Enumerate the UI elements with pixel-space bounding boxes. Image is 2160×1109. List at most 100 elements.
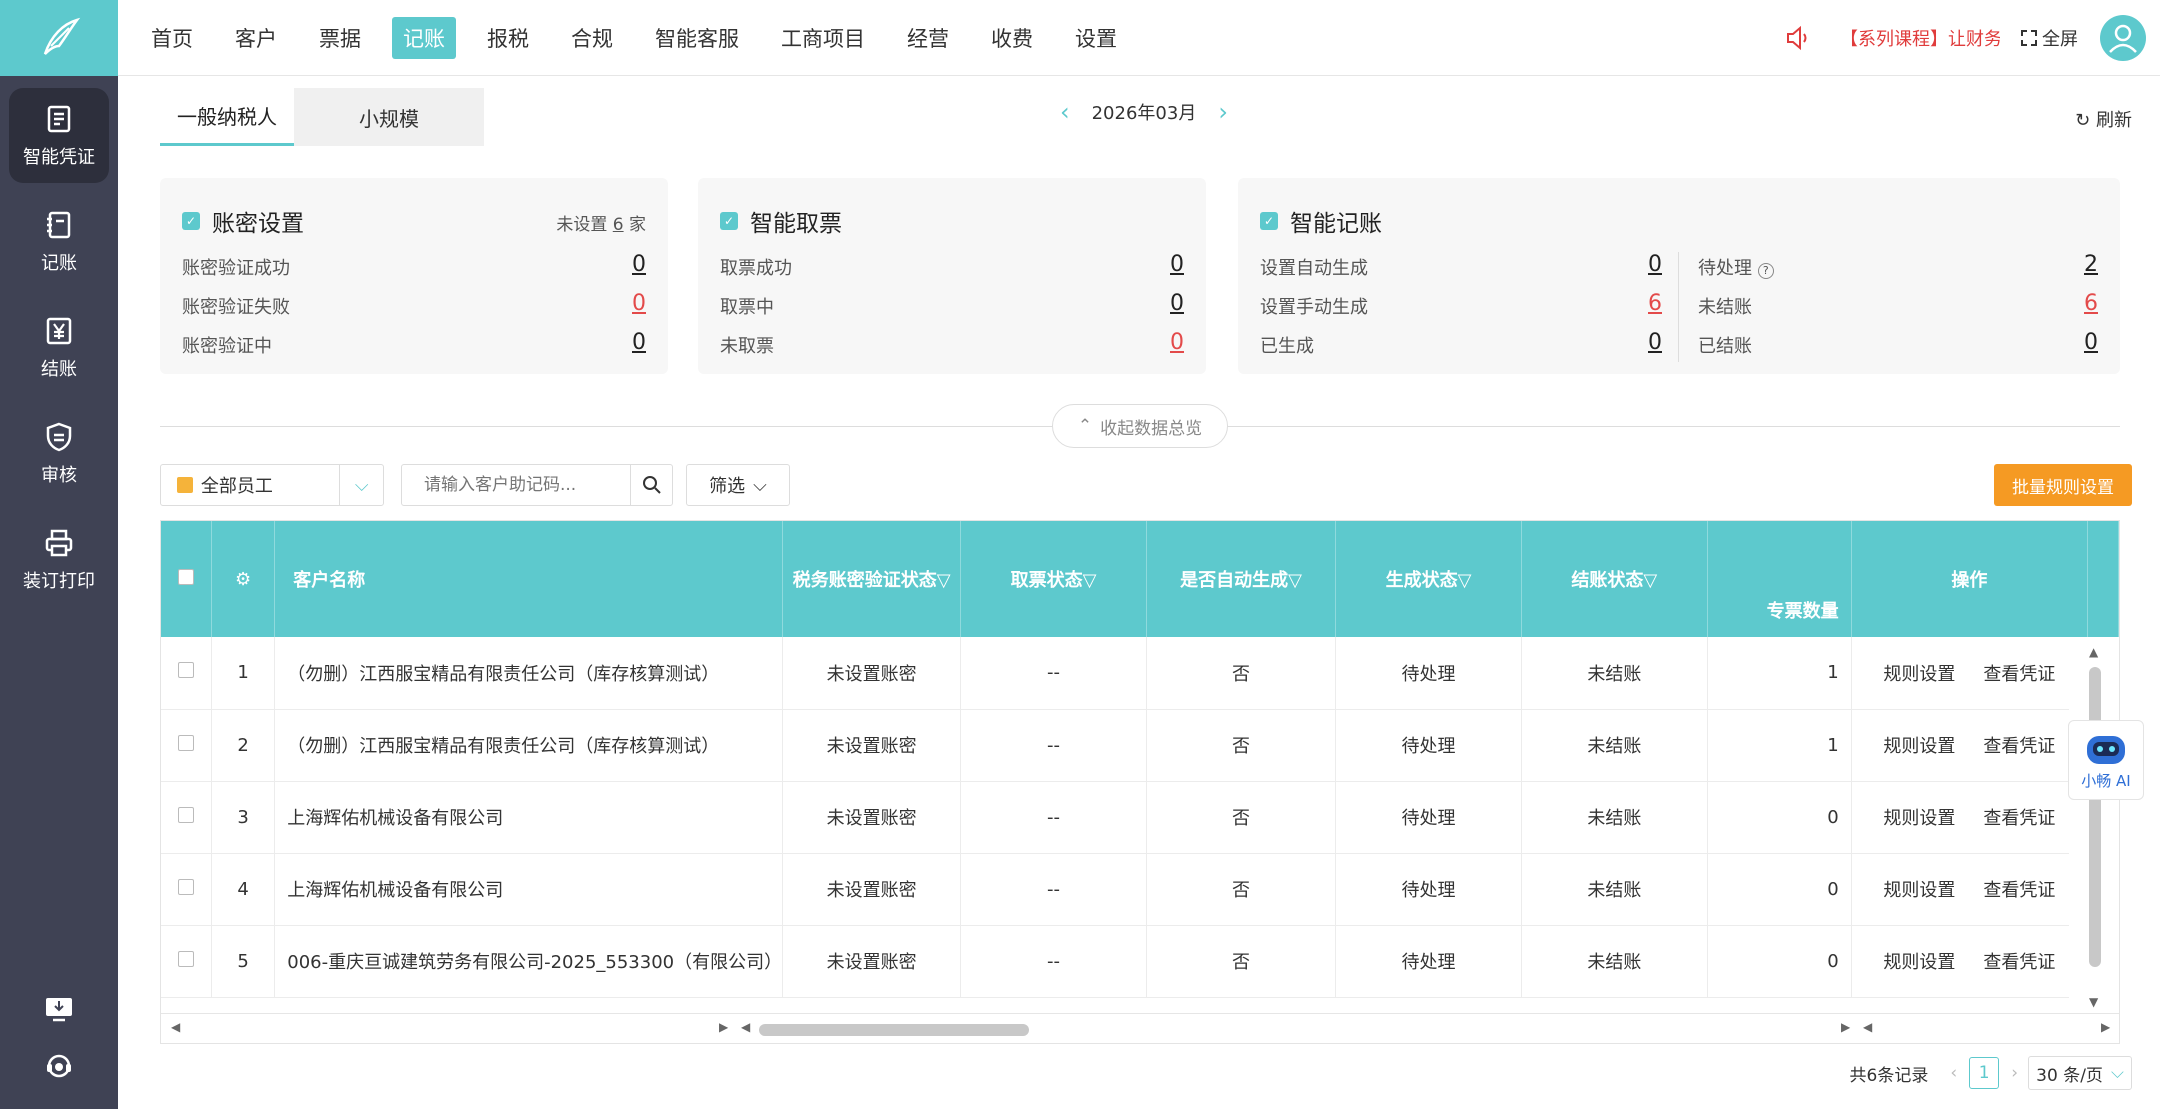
rule-settings-link[interactable]: 规则设置 xyxy=(1883,808,1955,829)
customer-name[interactable]: （勿删）江西服宝精品有限责任公司（库存核算测试） xyxy=(274,637,784,710)
row-checkbox[interactable] xyxy=(178,734,194,751)
filter-button[interactable]: 筛选 ⌵ xyxy=(686,464,790,506)
speaker-icon[interactable] xyxy=(1784,24,1812,52)
next-month-icon[interactable]: › xyxy=(1218,98,1228,126)
view-voucher-link[interactable]: 查看凭证 xyxy=(1983,736,2055,757)
unset-count[interactable]: 未设置 6 家 xyxy=(556,210,646,235)
user-avatar[interactable] xyxy=(2100,15,2146,61)
tab-general-taxpayer[interactable]: 一般纳税人 xyxy=(160,88,294,146)
table-row[interactable]: 3 上海辉佑机械设备有限公司 未设置账密 -- 否 待处理 未结账 0 规则设置… xyxy=(161,781,2119,854)
rule-settings-link[interactable]: 规则设置 xyxy=(1883,736,1955,757)
next-page-icon[interactable]: › xyxy=(2011,1063,2018,1083)
header-generate-status[interactable]: 生成状态▽ xyxy=(1335,521,1522,637)
nav-bookkeeping[interactable]: 记账 xyxy=(392,17,456,59)
customer-name[interactable]: 006-重庆亘诚建筑劳务有限公司-2025_553300（有限公司） xyxy=(274,925,784,998)
page-size-select[interactable]: 30 条/页 ⌵ xyxy=(2028,1056,2132,1090)
row-checkbox[interactable] xyxy=(178,950,194,967)
refresh-label: 刷新 xyxy=(2096,110,2132,131)
row-checkbox[interactable] xyxy=(178,806,194,823)
customer-name[interactable]: （勿删）江西服宝精品有限责任公司（库存核算测试） xyxy=(274,709,784,782)
row-value[interactable]: 0 xyxy=(1170,252,1184,277)
header-ticket-status[interactable]: 取票状态▽ xyxy=(960,521,1147,637)
nav-business-projects[interactable]: 工商项目 xyxy=(770,17,876,59)
download-client-button[interactable] xyxy=(0,994,118,1024)
card-title: 账密设置 xyxy=(212,211,304,237)
sidebar-item-bookkeeping[interactable]: 记账 xyxy=(9,194,109,289)
fullscreen-label: 全屏 xyxy=(2042,29,2078,50)
ai-assistant-button[interactable]: 小畅 AI xyxy=(2068,720,2144,800)
rule-settings-link[interactable]: 规则设置 xyxy=(1883,952,1955,973)
row-number: 2 xyxy=(211,709,276,782)
settle-status: 未结账 xyxy=(1521,781,1708,854)
rule-settings-link[interactable]: 规则设置 xyxy=(1883,664,1955,685)
row-value[interactable]: 0 xyxy=(1170,330,1184,355)
sidebar-item-print[interactable]: 装订打印 xyxy=(9,512,109,607)
nav-customer[interactable]: 客户 xyxy=(224,17,288,59)
gear-icon[interactable]: ⚙ xyxy=(235,569,251,590)
batch-rule-button[interactable]: 批量规则设置 xyxy=(1994,464,2132,506)
sidebar-item-audit[interactable]: 审核 xyxy=(9,406,109,501)
view-voucher-link[interactable]: 查看凭证 xyxy=(1983,808,2055,829)
nav-settings[interactable]: 设置 xyxy=(1064,17,1128,59)
verify-status: 未设置账密 xyxy=(782,709,962,782)
row-value[interactable]: 0 xyxy=(1648,252,1662,277)
generate-status: 待处理 xyxy=(1335,925,1522,998)
current-month[interactable]: 2026年03月 xyxy=(1092,99,1197,125)
row-checkbox[interactable] xyxy=(178,662,194,679)
row-value[interactable]: 0 xyxy=(2084,330,2098,355)
prev-page-icon[interactable]: ‹ xyxy=(1950,1063,1957,1083)
row-value[interactable]: 0 xyxy=(632,330,646,355)
customer-name[interactable]: 上海辉佑机械设备有限公司 xyxy=(274,853,784,926)
row-value[interactable]: 6 xyxy=(1648,291,1662,316)
header-verify-status[interactable]: 税务账密验证状态▽ xyxy=(782,521,962,637)
table-row[interactable]: 2 （勿删）江西服宝精品有限责任公司（库存核算测试） 未设置账密 -- 否 待处… xyxy=(161,709,2119,782)
sidebar-item-settle[interactable]: 结账 xyxy=(9,300,109,395)
nav-operations[interactable]: 经营 xyxy=(896,17,960,59)
verify-status: 未设置账密 xyxy=(782,853,962,926)
row-value[interactable]: 0 xyxy=(632,291,646,316)
sidebar-item-smart-voucher[interactable]: 智能凭证 xyxy=(9,88,109,183)
table-row[interactable]: 4 上海辉佑机械设备有限公司 未设置账密 -- 否 待处理 未结账 0 规则设置… xyxy=(161,853,2119,926)
page-number[interactable]: 1 xyxy=(1969,1057,2000,1089)
search-input[interactable] xyxy=(402,465,630,505)
customer-name[interactable]: 上海辉佑机械设备有限公司 xyxy=(274,781,784,854)
nav-fees[interactable]: 收费 xyxy=(980,17,1044,59)
staff-icon xyxy=(177,477,193,493)
fullscreen-button[interactable]: 全屏 xyxy=(2020,25,2078,51)
row-value[interactable]: 0 xyxy=(1170,291,1184,316)
horizontal-scrollbar[interactable]: ◀ ▶ ◀ ▶ ◀ ▶ xyxy=(161,1013,2119,1043)
verify-status: 未设置账密 xyxy=(782,637,962,710)
nav-tax[interactable]: 报税 xyxy=(476,17,540,59)
table-row[interactable]: 1 （勿删）江西服宝精品有限责任公司（库存核算测试） 未设置账密 -- 否 待处… xyxy=(161,637,2119,710)
view-voucher-link[interactable]: 查看凭证 xyxy=(1983,880,2055,901)
tab-small-scale[interactable]: 小规模 xyxy=(294,88,484,146)
check-icon: ✓ xyxy=(720,212,738,230)
vertical-scrollbar[interactable]: ▲ ▼ xyxy=(2069,637,2119,1015)
nav-smart-service[interactable]: 智能客服 xyxy=(644,17,750,59)
row-value[interactable]: 2 xyxy=(2084,252,2098,277)
rule-settings-link[interactable]: 规则设置 xyxy=(1883,880,1955,901)
header-auto-generate[interactable]: 是否自动生成▽ xyxy=(1146,521,1337,637)
row-value[interactable]: 0 xyxy=(632,252,646,277)
nav-home[interactable]: 首页 xyxy=(140,17,204,59)
prev-month-icon[interactable]: ‹ xyxy=(1060,98,1070,126)
select-all-checkbox[interactable] xyxy=(178,568,194,585)
row-value[interactable]: 0 xyxy=(1648,330,1662,355)
table-row[interactable]: 5 006-重庆亘诚建筑劳务有限公司-2025_553300（有限公司） 未设置… xyxy=(161,925,2119,998)
sidebar-item-label: 结账 xyxy=(41,358,77,380)
support-button[interactable] xyxy=(0,1051,118,1081)
row-checkbox[interactable] xyxy=(178,878,194,895)
collapse-overview-button[interactable]: ⌃ 收起数据总览 xyxy=(1052,404,1228,448)
app-logo[interactable] xyxy=(0,0,118,76)
nav-bills[interactable]: 票据 xyxy=(308,17,372,59)
refresh-button[interactable]: ↻ 刷新 xyxy=(2075,106,2132,132)
header-settle-status[interactable]: 结账状态▽ xyxy=(1521,521,1708,637)
auto-generate: 否 xyxy=(1146,781,1337,854)
row-value[interactable]: 6 xyxy=(2084,291,2098,316)
search-button[interactable] xyxy=(630,465,672,505)
staff-select[interactable]: 全部员工 ⌵ xyxy=(160,464,384,506)
view-voucher-link[interactable]: 查看凭证 xyxy=(1983,952,2055,973)
view-voucher-link[interactable]: 查看凭证 xyxy=(1983,664,2055,685)
course-marquee[interactable]: 【系列课程】让财务非 xyxy=(1840,25,2000,51)
nav-compliance[interactable]: 合规 xyxy=(560,17,624,59)
